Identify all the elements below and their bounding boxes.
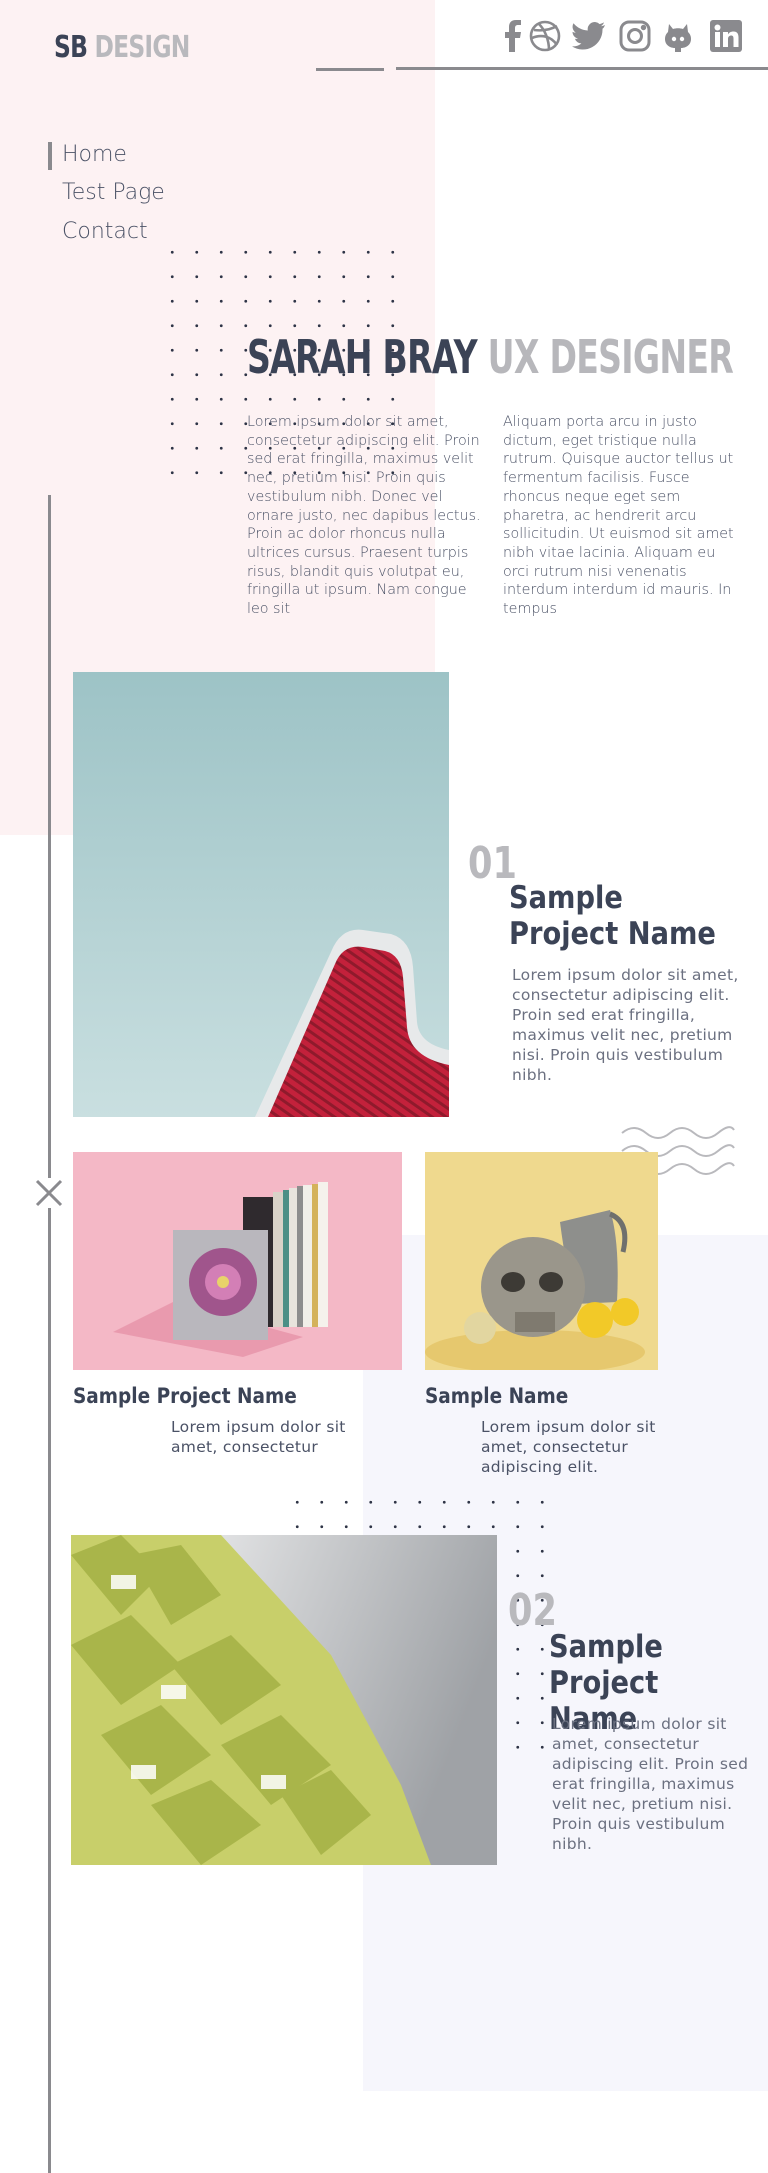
instagram-icon[interactable] (617, 18, 653, 54)
card-2-title[interactable]: Sample Name (425, 1384, 568, 1408)
hero-role: UX DESIGNER (487, 330, 734, 384)
nav-item-home[interactable]: Home (62, 142, 127, 167)
nav-item-contact[interactable]: Contact (62, 219, 148, 244)
project-1-description: Lorem ipsum dolor sit amet, consectetur … (512, 966, 739, 1084)
project-2-title-line-1: Sample (549, 1629, 663, 1665)
project-1-title[interactable]: Sample Project Name (509, 880, 720, 952)
close-icon[interactable] (34, 1178, 64, 1208)
logo-bold: SB (54, 30, 88, 65)
logo-light: DESIGN (94, 30, 191, 65)
project-2-description: Lorem ipsum dolor sit amet, consectetur … (552, 1715, 749, 1853)
github-icon[interactable] (660, 18, 696, 54)
hero-name: SARAH BRAY (247, 330, 478, 384)
card-2-image[interactable] (425, 1152, 658, 1370)
site-logo[interactable]: SB DESIGN (54, 30, 190, 65)
card-1-title[interactable]: Sample Project Name (73, 1384, 297, 1408)
nav-active-marker (48, 142, 52, 170)
facebook-icon[interactable] (494, 18, 530, 54)
header-divider-long (396, 67, 768, 70)
card-1-image[interactable] (73, 1152, 402, 1370)
hero-paragraph-left: Lorem ipsum dolor sit amet, consectetur … (247, 414, 481, 618)
hero-paragraph-right: Aliquam porta arcu in justo dictum, eget… (503, 414, 734, 618)
timeline-line (48, 495, 51, 2173)
header-divider-short (316, 68, 384, 71)
card-1-description: Lorem ipsum dolor sit amet, consectetur (171, 1418, 346, 1456)
dribbble-icon[interactable] (527, 18, 563, 54)
twitter-icon[interactable] (571, 18, 607, 54)
linkedin-icon[interactable] (708, 18, 744, 54)
project-1-image[interactable] (73, 672, 449, 1117)
card-2-description: Lorem ipsum dolor sit amet, consectetur … (481, 1418, 656, 1476)
project-1-title-line-1: Sample (509, 880, 623, 916)
nav-item-test-page[interactable]: Test Page (62, 180, 165, 205)
project-1-title-line-2: Project Name (509, 916, 716, 952)
hero-title: SARAH BRAY UX DESIGNER (247, 330, 734, 384)
project-2-image[interactable] (71, 1535, 497, 1865)
